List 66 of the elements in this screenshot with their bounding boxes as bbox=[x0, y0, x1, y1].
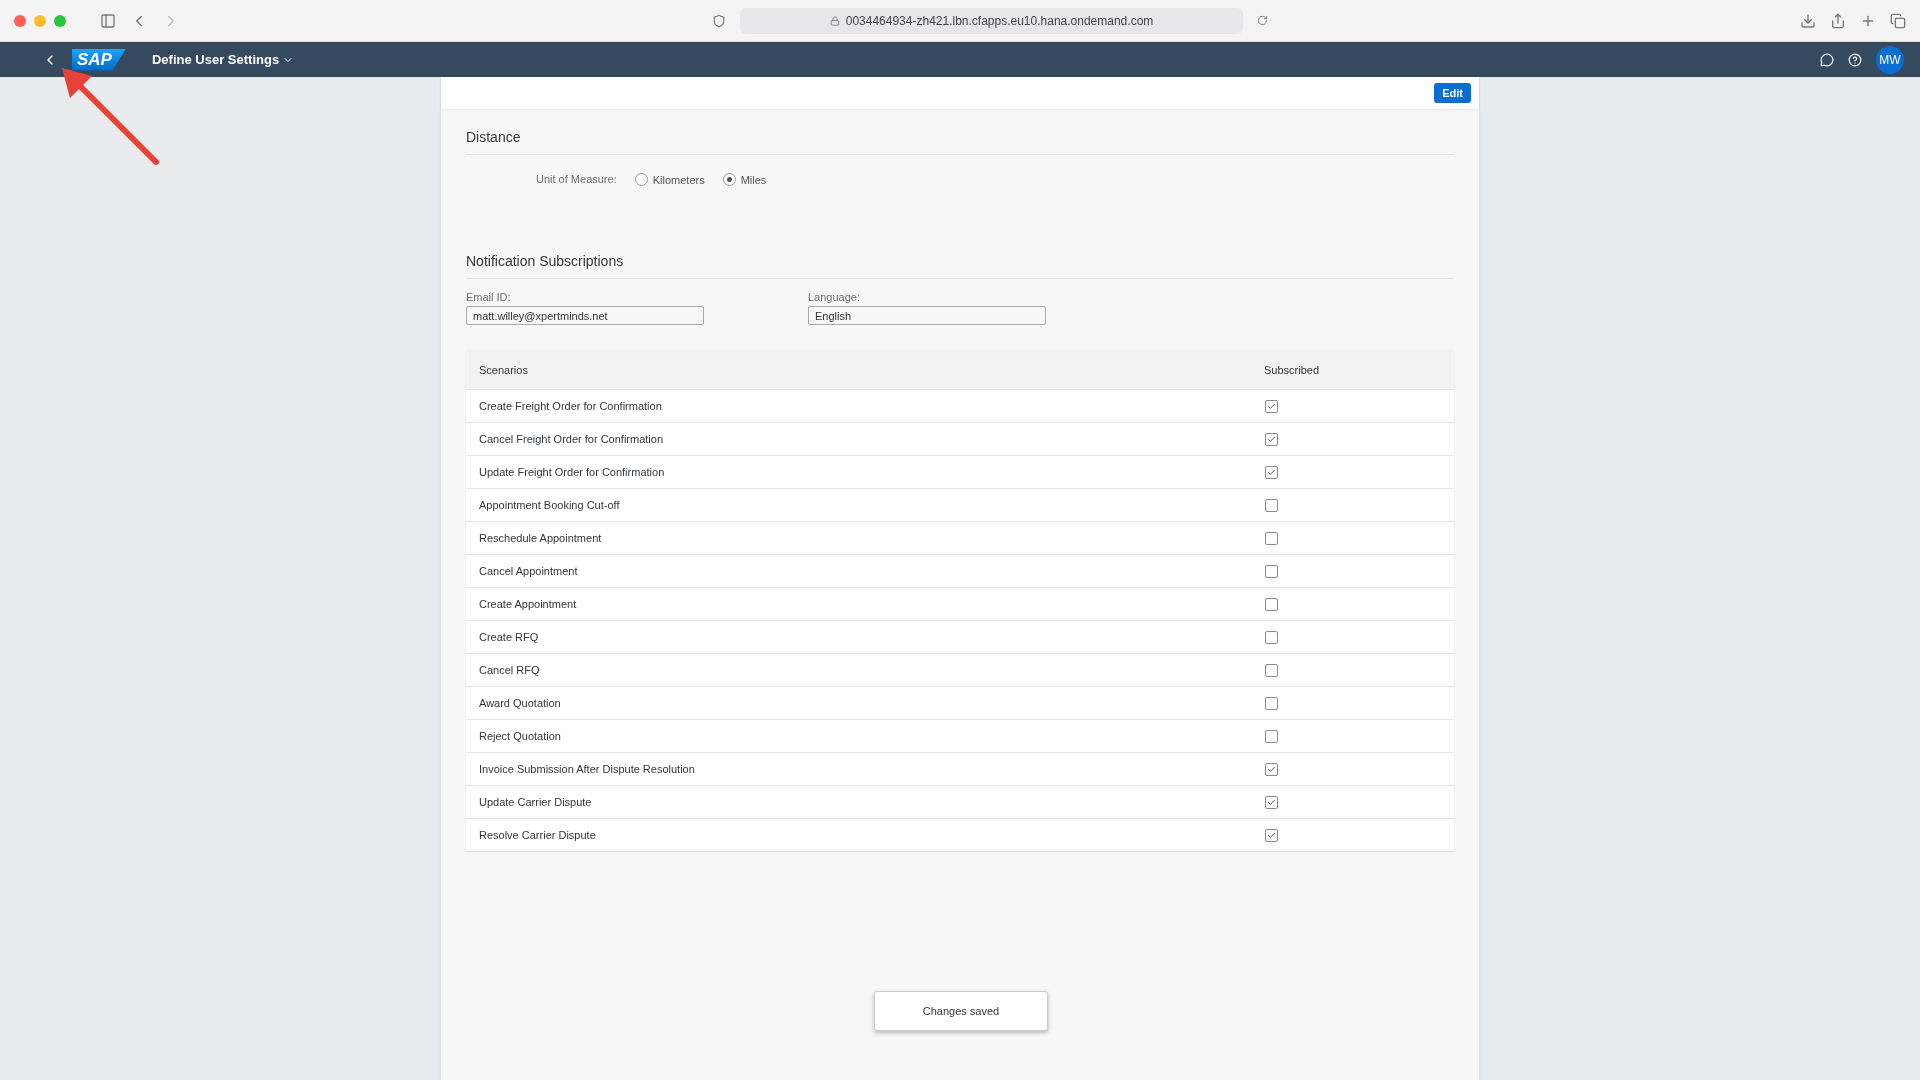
scenario-cell-text: Cancel RFQ bbox=[479, 664, 541, 676]
subscribed-checkbox[interactable] bbox=[1265, 399, 1278, 413]
subscribed-checkbox[interactable] bbox=[1265, 729, 1278, 743]
field-label: Unit of Measure: bbox=[536, 173, 617, 185]
subscribed-checkbox[interactable] bbox=[1265, 828, 1278, 842]
scenario-cell-text: Create Freight Order for Confirmation bbox=[479, 400, 663, 412]
check-icon bbox=[1267, 434, 1276, 444]
check-icon bbox=[1267, 467, 1276, 477]
tabs-icon[interactable] bbox=[1890, 12, 1906, 29]
radio-label: Kilometers bbox=[652, 173, 705, 186]
subscribed-checkbox[interactable] bbox=[1265, 795, 1278, 809]
reload-icon[interactable] bbox=[1257, 15, 1269, 26]
chat-icon[interactable] bbox=[1820, 52, 1834, 67]
shield-icon[interactable] bbox=[711, 13, 726, 28]
scenario-cell-text: Cancel Freight Order for Confirmation bbox=[479, 433, 664, 445]
scenario-cell-text: Create RFQ bbox=[479, 631, 540, 643]
maximize-dot[interactable] bbox=[54, 14, 66, 27]
check-icon bbox=[1267, 764, 1276, 774]
subscribed-checkbox[interactable] bbox=[1265, 696, 1278, 710]
subscribed-checkbox[interactable] bbox=[1265, 432, 1278, 446]
field-label: Language: bbox=[808, 291, 861, 303]
scenario-cell-text: Update Freight Order for Confirmation bbox=[479, 466, 666, 478]
download-icon[interactable] bbox=[1800, 12, 1816, 29]
app-title-menu[interactable]: Define User Settings bbox=[145, 51, 301, 68]
column-header: Scenarios bbox=[479, 364, 529, 376]
subscribed-checkbox[interactable] bbox=[1265, 597, 1278, 611]
close-dot[interactable] bbox=[14, 14, 26, 27]
scenario-cell-text: Award Quotation bbox=[479, 697, 562, 709]
check-icon bbox=[1267, 401, 1276, 411]
scenario-cell-text: Update Carrier Dispute bbox=[479, 796, 593, 808]
radio-label: Miles bbox=[740, 173, 767, 186]
email-field[interactable]: matt.willey@xpertminds.net bbox=[466, 306, 704, 325]
help-icon[interactable] bbox=[1848, 52, 1862, 67]
section-title: Notification Subscriptions bbox=[466, 233, 1454, 279]
field-label: Email ID: bbox=[466, 291, 512, 303]
url-text: 0034464934-zh421.lbn.cfapps.eu10.hana.ondemand.com bbox=[845, 13, 1154, 28]
section-title: Distance bbox=[466, 109, 1454, 155]
radio-button[interactable] bbox=[634, 173, 648, 186]
edit-button[interactable]: Edit bbox=[1434, 83, 1471, 103]
scenario-cell-text: Reschedule Appointment bbox=[479, 532, 603, 544]
subscribed-checkbox[interactable] bbox=[1265, 465, 1278, 479]
check-icon bbox=[1267, 797, 1276, 807]
radio-button[interactable] bbox=[722, 173, 736, 186]
logo[interactable]: SAP bbox=[72, 48, 126, 71]
subscribed-checkbox[interactable] bbox=[1265, 498, 1278, 512]
share-icon[interactable] bbox=[1830, 12, 1846, 29]
check-icon bbox=[1267, 830, 1276, 840]
lock-icon bbox=[829, 15, 840, 26]
subscribed-checkbox[interactable] bbox=[1265, 564, 1278, 578]
subscribed-checkbox[interactable] bbox=[1265, 630, 1278, 644]
scenario-cell-text: Reject Quotation bbox=[479, 730, 562, 742]
minimize-dot[interactable] bbox=[34, 14, 46, 27]
scenario-cell-text: Create Appointment bbox=[479, 598, 578, 610]
scenario-cell-text: Appointment Booking Cut-off bbox=[479, 499, 621, 511]
scenario-cell-text: Cancel Appointment bbox=[479, 565, 579, 577]
column-header: Subscribed bbox=[1264, 364, 1321, 376]
user-avatar[interactable]: MW bbox=[1876, 45, 1904, 74]
toast-message: Changes saved bbox=[874, 991, 1048, 1031]
subscribed-checkbox[interactable] bbox=[1265, 531, 1278, 545]
language-field[interactable]: English bbox=[808, 306, 1046, 325]
scenario-cell-text: Resolve Carrier Dispute bbox=[479, 829, 597, 841]
subscribed-checkbox[interactable] bbox=[1265, 663, 1278, 677]
address-bar[interactable]: 0034464934-zh421.lbn.cfapps.eu10.hana.ondemand.com bbox=[739, 7, 1244, 34]
scenario-cell-text: Invoice Submission After Dispute Resolution bbox=[479, 763, 696, 775]
sidebar-icon[interactable] bbox=[100, 12, 116, 29]
subscribed-checkbox[interactable] bbox=[1265, 762, 1278, 776]
